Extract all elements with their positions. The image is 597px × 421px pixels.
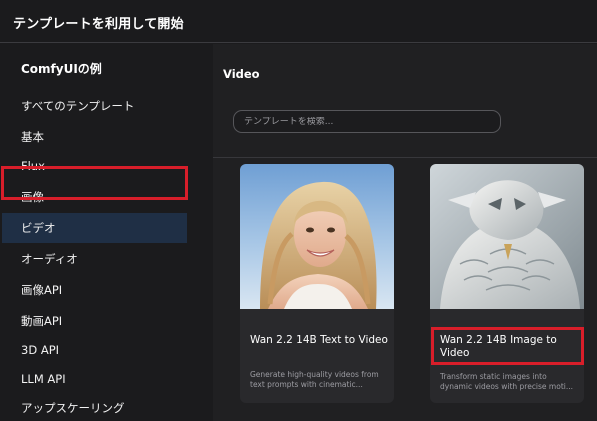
sidebar-item-label: すべてのテンプレート [21,99,135,113]
sidebar-item-audio[interactable]: オーディオ [0,244,197,274]
card-thumbnail [430,164,584,309]
armored-figure-thumbnail [430,164,584,309]
sidebar-item-label: 画像 [21,190,44,204]
search-box [233,110,501,133]
search-input[interactable] [244,116,484,127]
sidebar-item-label: 基本 [21,130,44,144]
template-browser-window: テンプレートを利用して開始 ComfyUIの例 すべてのテンプレート 基本 Fl… [0,0,597,421]
card-title: Wan 2.2 14B Text to Video [250,334,388,346]
dialog-title: テンプレートを利用して開始 [13,17,184,32]
sidebar-item-video-api[interactable]: 動画API [0,306,197,336]
dialog-header: テンプレートを利用して開始 [0,0,597,43]
sidebar-item-label: オーディオ [21,252,78,266]
template-content: Video テンプレートを検索... Wan 2.2 14B Text to V… [213,44,597,421]
sidebar: ComfyUIの例 すべてのテンプレート 基本 Flux 画像 ビデオ オーディ… [0,44,197,421]
sidebar-item-upscaling[interactable]: アップスケーリング [0,393,197,421]
template-card-image-to-video[interactable]: Wan 2.2 14B Image to Video Transform sta… [430,164,584,403]
sidebar-item-label: 3D API [21,343,60,357]
sidebar-item-all-templates[interactable]: すべてのテンプレート [0,91,197,121]
card-description: Transform static images into dynamic vid… [440,372,573,391]
sidebar-item-label: アップスケーリング [21,401,125,415]
sidebar-item-label: Flux [21,159,45,173]
sidebar-item-flux[interactable]: Flux [0,151,197,181]
card-title: Wan 2.2 14B Image to Video [440,334,557,359]
sidebar-item-video[interactable]: ビデオ [2,213,187,243]
sidebar-item-basic[interactable]: 基本 [0,122,197,152]
sidebar-section-title: ComfyUIの例 [21,62,102,76]
sidebar-item-image[interactable]: 画像 [0,182,197,212]
sidebar-item-label: LLM API [21,372,66,386]
template-card-text-to-video[interactable]: Wan 2.2 14B Text to Video Generate high-… [240,164,394,403]
sidebar-item-image-api[interactable]: 画像API [0,275,197,305]
card-thumbnail [240,164,394,309]
card-description: Generate high-quality videos from text p… [250,370,379,389]
sidebar-item-label: ビデオ [21,221,56,235]
content-divider [213,157,597,158]
sidebar-item-label: 動画API [21,314,63,328]
sidebar-item-label: 画像API [21,283,63,297]
portrait-woman-thumbnail [240,164,394,309]
sidebar-item-3d-api[interactable]: 3D API [0,335,197,365]
category-title: Video [223,67,260,81]
sidebar-item-llm-api[interactable]: LLM API [0,364,197,394]
